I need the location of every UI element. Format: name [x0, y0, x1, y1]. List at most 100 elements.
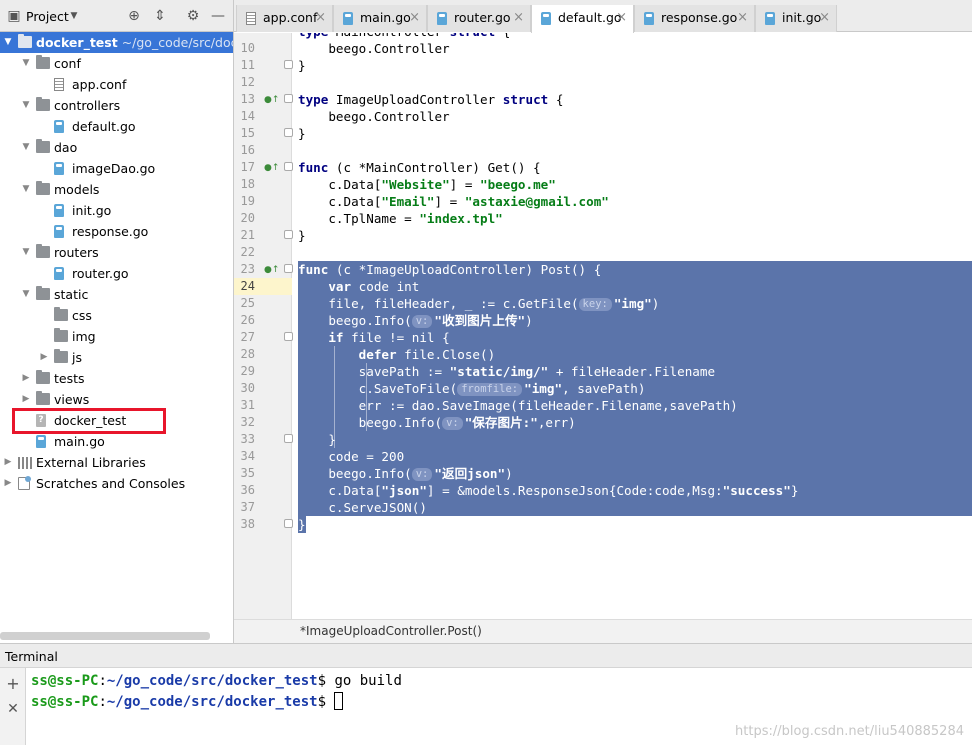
tree-item[interactable]: main.go: [0, 431, 233, 452]
gutter-line: 34: [234, 448, 292, 465]
fold-icon[interactable]: [284, 162, 293, 171]
gutter-line: 14: [234, 108, 292, 125]
locate-target-icon[interactable]: ⊕: [126, 8, 142, 24]
collapse-all-icon[interactable]: ⇕: [152, 8, 168, 24]
close-icon[interactable]: ×: [513, 5, 524, 31]
tree-item-text: img: [72, 329, 96, 344]
tab-app-conf[interactable]: app.conf ×: [236, 5, 333, 32]
close-icon[interactable]: ×: [616, 5, 627, 31]
line-number: 35: [240, 466, 255, 480]
tree-item-text: app.conf: [72, 77, 127, 92]
close-icon[interactable]: ×: [315, 5, 326, 31]
terminal-cursor: [334, 692, 344, 710]
implements-icon[interactable]: ●↑: [264, 264, 279, 276]
code-token: beego.Info(: [298, 415, 443, 430]
chevron-right-icon[interactable]: ▶: [38, 347, 50, 368]
code-line: c.TplName = "index.tpl": [298, 210, 972, 227]
code-token: }: [790, 483, 799, 498]
tab-router-go[interactable]: router.go ×: [427, 5, 531, 32]
tree-item[interactable]: css: [0, 305, 233, 326]
tab-init-go[interactable]: init.go ×: [755, 5, 837, 32]
tree-item[interactable]: ▶ views: [0, 389, 233, 410]
new-session-plus-icon[interactable]: +: [5, 676, 21, 692]
go-file-icon: [54, 120, 64, 133]
tree-item[interactable]: ▼ static: [0, 284, 233, 305]
fold-icon[interactable]: [284, 332, 293, 341]
chevron-right-icon[interactable]: ▶: [20, 389, 32, 410]
hide-panel-icon[interactable]: —: [210, 8, 226, 24]
tree-item[interactable]: imageDao.go: [0, 158, 233, 179]
chevron-down-icon[interactable]: ▼: [20, 95, 32, 116]
line-number: 37: [240, 500, 255, 514]
line-number: 29: [240, 364, 255, 378]
fold-icon[interactable]: [284, 230, 293, 239]
folder-icon: [36, 55, 50, 69]
close-icon[interactable]: ×: [819, 5, 830, 31]
tree-item[interactable]: ▼ routers: [0, 242, 233, 263]
tree-item[interactable]: ▼ dao: [0, 137, 233, 158]
tree-item[interactable]: ▶ tests: [0, 368, 233, 389]
close-icon[interactable]: ×: [409, 5, 420, 31]
fold-icon[interactable]: [284, 434, 293, 443]
tab-default-go[interactable]: default.go ×: [531, 5, 634, 33]
close-icon[interactable]: ×: [737, 5, 748, 31]
tree-item-label: docker_test~/go_code/src/docker_: [36, 32, 233, 53]
code-token: beego.Controller: [298, 109, 450, 124]
tree-item[interactable]: img: [0, 326, 233, 347]
chevron-down-icon[interactable]: ▼: [66, 8, 82, 24]
code-editor[interactable]: 10 11 12 13 ●↑ 14 15 16 17 ●↑ 18 19 20 21 22 23 ●↑ 24 25 26…: [234, 33, 972, 619]
code-token: c.ServeJSON(): [298, 500, 427, 515]
chevron-down-icon[interactable]: ▼: [2, 32, 14, 53]
fold-icon[interactable]: [284, 60, 293, 69]
close-session-icon[interactable]: ✕: [5, 701, 21, 717]
tree-item[interactable]: ▶ Scratches and Consoles: [0, 473, 233, 494]
fold-icon[interactable]: [284, 264, 293, 273]
tab-main-go[interactable]: main.go ×: [333, 5, 427, 32]
tree-item[interactable]: ▼ conf: [0, 53, 233, 74]
tab-response-go[interactable]: response.go ×: [634, 5, 755, 32]
chevron-right-icon[interactable]: ▶: [2, 452, 14, 473]
chevron-down-icon[interactable]: ▼: [20, 284, 32, 305]
parameter-hint: v:: [442, 417, 463, 430]
tree-item[interactable]: ▼ controllers: [0, 95, 233, 116]
tree-item[interactable]: ▼ docker_test~/go_code/src/docker_: [0, 32, 233, 53]
go-file-icon: [54, 204, 64, 217]
tree-item-label: tests: [54, 368, 85, 389]
chevron-down-icon[interactable]: ▼: [20, 179, 32, 200]
code-token: "img": [613, 296, 652, 311]
gutter-line: 35: [234, 465, 292, 482]
tree-item-text: routers: [54, 245, 99, 260]
tree-item[interactable]: app.conf: [0, 74, 233, 95]
chevron-down-icon[interactable]: ▼: [20, 242, 32, 263]
chevron-right-icon[interactable]: ▶: [2, 473, 14, 494]
folder-icon: [54, 349, 68, 363]
code-token: c.Data[: [298, 483, 382, 498]
tree-item-label: css: [72, 305, 92, 326]
code-line: c.SaveToFile(fromfile: "img", savePath): [298, 380, 972, 397]
implements-icon[interactable]: ●↑: [264, 162, 279, 174]
editor-tab-bar: app.conf × main.go × router.go × default.go × re…: [234, 0, 972, 33]
chevron-down-icon[interactable]: ▼: [20, 53, 32, 74]
chevron-right-icon[interactable]: ▶: [20, 368, 32, 389]
tree-item-label: static: [54, 284, 88, 305]
code-line: if file != nil {: [298, 329, 972, 346]
project-view-selector[interactable]: Project: [26, 9, 69, 24]
implements-icon[interactable]: ●↑: [264, 94, 279, 106]
tree-item[interactable]: init.go: [0, 200, 233, 221]
horizontal-scrollbar[interactable]: [0, 632, 210, 640]
fold-icon[interactable]: [284, 519, 293, 528]
code-line-partial: type MainController struct {: [298, 33, 972, 40]
fold-icon[interactable]: [284, 128, 293, 137]
tree-item[interactable]: default.go: [0, 116, 233, 137]
tree-item[interactable]: ▼ models: [0, 179, 233, 200]
tree-item[interactable]: ▶ js: [0, 347, 233, 368]
fold-icon[interactable]: [284, 94, 293, 103]
tree-item[interactable]: ▶ External Libraries: [0, 452, 233, 473]
chevron-down-icon[interactable]: ▼: [20, 137, 32, 158]
line-number: 19: [240, 194, 255, 208]
code-area[interactable]: type MainController struct { beego.Contr…: [298, 33, 972, 619]
tree-item[interactable]: response.go: [0, 221, 233, 242]
breadcrumb[interactable]: *ImageUploadController.Post(): [300, 624, 482, 638]
gear-icon[interactable]: ⚙: [185, 8, 201, 24]
tree-item[interactable]: router.go: [0, 263, 233, 284]
